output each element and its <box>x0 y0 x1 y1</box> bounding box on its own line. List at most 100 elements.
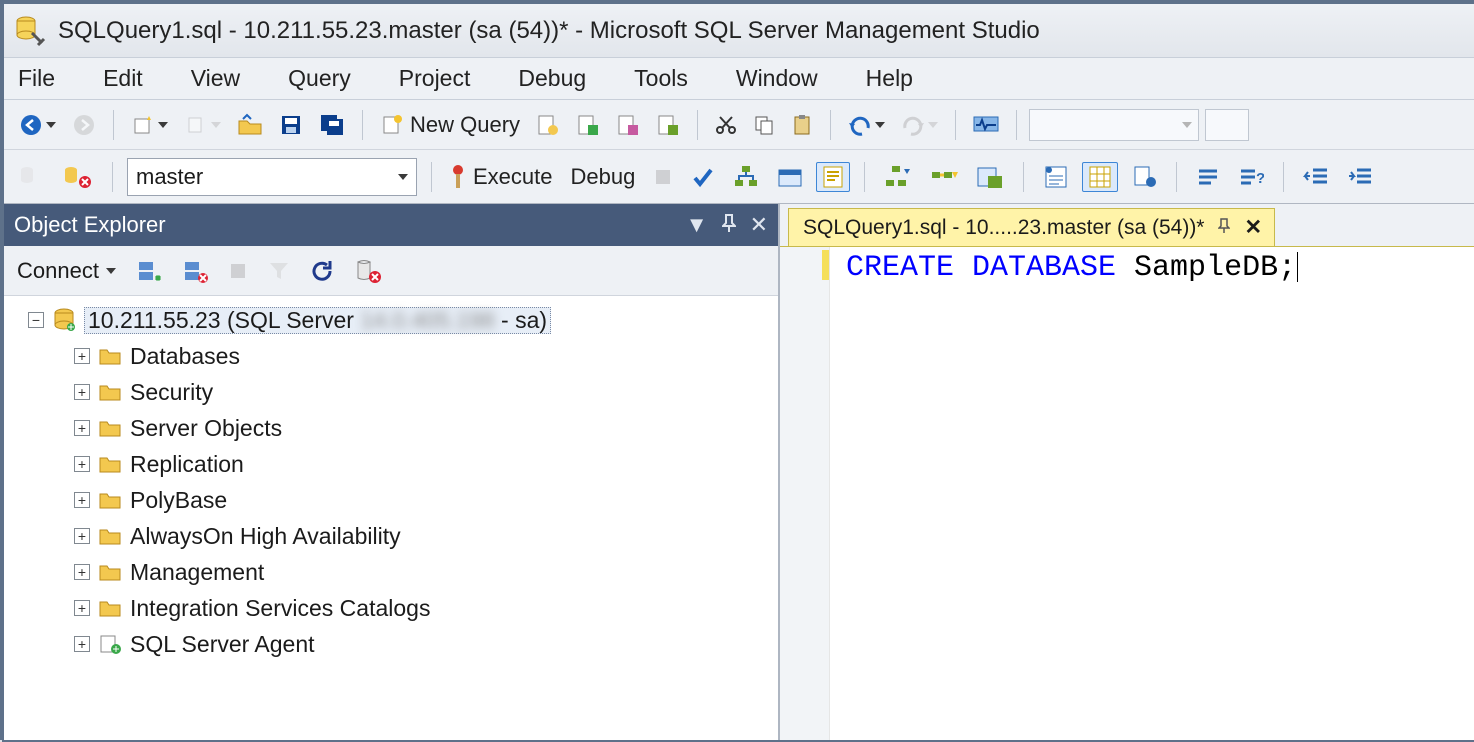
expand-icon[interactable]: + <box>74 636 90 652</box>
redo-button <box>896 110 943 140</box>
expand-icon[interactable]: + <box>74 492 90 508</box>
disconnect-button[interactable] <box>58 162 98 192</box>
menu-view[interactable]: View <box>185 61 246 96</box>
app-icon <box>14 15 46 47</box>
comment-button[interactable] <box>1191 162 1225 192</box>
expand-icon[interactable]: + <box>74 600 90 616</box>
results-to-file-button[interactable] <box>1126 162 1162 192</box>
cut-button[interactable] <box>710 110 742 140</box>
results-file-icon <box>1131 164 1157 190</box>
refresh-button[interactable] <box>305 256 339 286</box>
connect-dropdown[interactable]: Connect <box>12 256 121 286</box>
dmx-icon <box>616 113 640 137</box>
expand-icon[interactable]: + <box>74 348 90 364</box>
expand-icon[interactable]: + <box>74 384 90 400</box>
dmx-query-button[interactable] <box>611 110 645 140</box>
folder-icon <box>98 454 122 474</box>
estimated-plan-button[interactable] <box>728 162 764 192</box>
execute-label: Execute <box>473 164 553 190</box>
editor-code[interactable]: CREATE DATABASE SampleDB; <box>830 247 1314 740</box>
pin-icon[interactable] <box>722 212 736 238</box>
decrease-indent-button[interactable] <box>1298 162 1334 192</box>
tree-node-polybase[interactable]: + PolyBase <box>4 482 778 518</box>
tree-server-node[interactable]: − 10.211.55.23 (SQL Server 14.0.405.198 … <box>4 302 778 338</box>
parse-button[interactable] <box>686 162 720 192</box>
uncomment-lines-icon: ? <box>1238 166 1264 188</box>
panel-dropdown-icon[interactable]: ▼ <box>686 212 708 238</box>
uncomment-button[interactable]: ? <box>1233 162 1269 192</box>
undo-button[interactable] <box>843 110 890 140</box>
tree-node-management[interactable]: + Management <box>4 554 778 590</box>
folder-icon <box>98 526 122 546</box>
pin-icon[interactable] <box>1218 216 1230 240</box>
tree-node-alwayson[interactable]: + AlwaysOn High Availability <box>4 518 778 554</box>
database-combo[interactable]: master <box>127 158 417 196</box>
folder-icon <box>98 562 122 582</box>
folder-icon <box>98 346 122 366</box>
document-tab[interactable]: SQLQuery1.sql - 10.....23.master (sa (54… <box>788 208 1275 246</box>
query-options-button[interactable] <box>772 162 808 192</box>
menu-tools[interactable]: Tools <box>628 61 694 96</box>
copy-button[interactable] <box>748 110 780 140</box>
xmla-query-button[interactable] <box>651 110 685 140</box>
mdx-query-button[interactable] <box>571 110 605 140</box>
expand-icon[interactable]: + <box>74 528 90 544</box>
increase-indent-button[interactable] <box>1342 162 1378 192</box>
new-query-button[interactable]: New Query <box>375 110 525 140</box>
script-delete-icon <box>354 258 382 284</box>
menu-help[interactable]: Help <box>860 61 919 96</box>
activity-monitor-button[interactable] <box>968 110 1004 140</box>
save-all-icon <box>319 113 345 137</box>
include-actual-plan-button[interactable] <box>879 162 917 192</box>
object-explorer-tree[interactable]: − 10.211.55.23 (SQL Server 14.0.405.198 … <box>4 296 778 740</box>
new-project-dropdown[interactable] <box>126 110 173 140</box>
paste-button[interactable] <box>786 110 818 140</box>
disconnect-server-button[interactable] <box>177 256 213 286</box>
menu-query[interactable]: Query <box>282 61 357 96</box>
collapse-icon[interactable]: − <box>28 312 44 328</box>
connect-server-button[interactable] <box>131 256 167 286</box>
results-to-text-button[interactable] <box>1038 162 1074 192</box>
expand-icon[interactable]: + <box>74 456 90 472</box>
de-query-icon <box>536 113 560 137</box>
execute-icon <box>451 164 465 190</box>
delete-button[interactable] <box>349 256 387 286</box>
object-explorer-title: Object Explorer <box>14 212 166 238</box>
refresh-icon <box>310 259 334 283</box>
close-icon[interactable]: ✕ <box>750 212 768 238</box>
close-icon[interactable]: ✕ <box>1244 215 1262 240</box>
tree-node-server-objects[interactable]: + Server Objects <box>4 410 778 446</box>
find-button[interactable] <box>1205 109 1249 141</box>
tree-node-isc[interactable]: + Integration Services Catalogs <box>4 590 778 626</box>
menu-debug[interactable]: Debug <box>512 61 592 96</box>
include-live-stats-button[interactable] <box>925 162 963 192</box>
save-button[interactable] <box>274 110 308 140</box>
tree-node-agent[interactable]: + SQL Server Agent <box>4 626 778 662</box>
menu-edit[interactable]: Edit <box>97 61 149 96</box>
solution-config-combo[interactable] <box>1029 109 1199 141</box>
separator <box>864 162 865 192</box>
nav-back-button[interactable] <box>14 110 61 140</box>
open-file-button[interactable] <box>232 110 268 140</box>
db-engine-query-button[interactable] <box>531 110 565 140</box>
execute-button[interactable]: Execute <box>446 162 558 192</box>
menu-project[interactable]: Project <box>393 61 477 96</box>
sql-editor[interactable]: CREATE DATABASE SampleDB; <box>780 246 1474 740</box>
tree-node-replication[interactable]: + Replication <box>4 446 778 482</box>
expand-icon[interactable]: + <box>74 420 90 436</box>
query-options-icon <box>777 164 803 190</box>
include-client-stats-button[interactable] <box>971 162 1009 192</box>
tree-node-databases[interactable]: + Databases <box>4 338 778 374</box>
results-to-grid-button[interactable] <box>1082 162 1118 192</box>
separator <box>362 110 363 140</box>
tree-node-security[interactable]: + Security <box>4 374 778 410</box>
xmla-icon <box>656 113 680 137</box>
intellisense-button[interactable] <box>816 162 850 192</box>
menu-window[interactable]: Window <box>730 61 824 96</box>
expand-icon[interactable]: + <box>74 564 90 580</box>
debug-button[interactable]: Debug <box>566 162 641 192</box>
save-all-button[interactable] <box>314 110 350 140</box>
menu-file[interactable]: File <box>12 61 61 96</box>
node-label: AlwaysOn High Availability <box>130 523 401 550</box>
new-item-dropdown[interactable] <box>179 110 226 140</box>
